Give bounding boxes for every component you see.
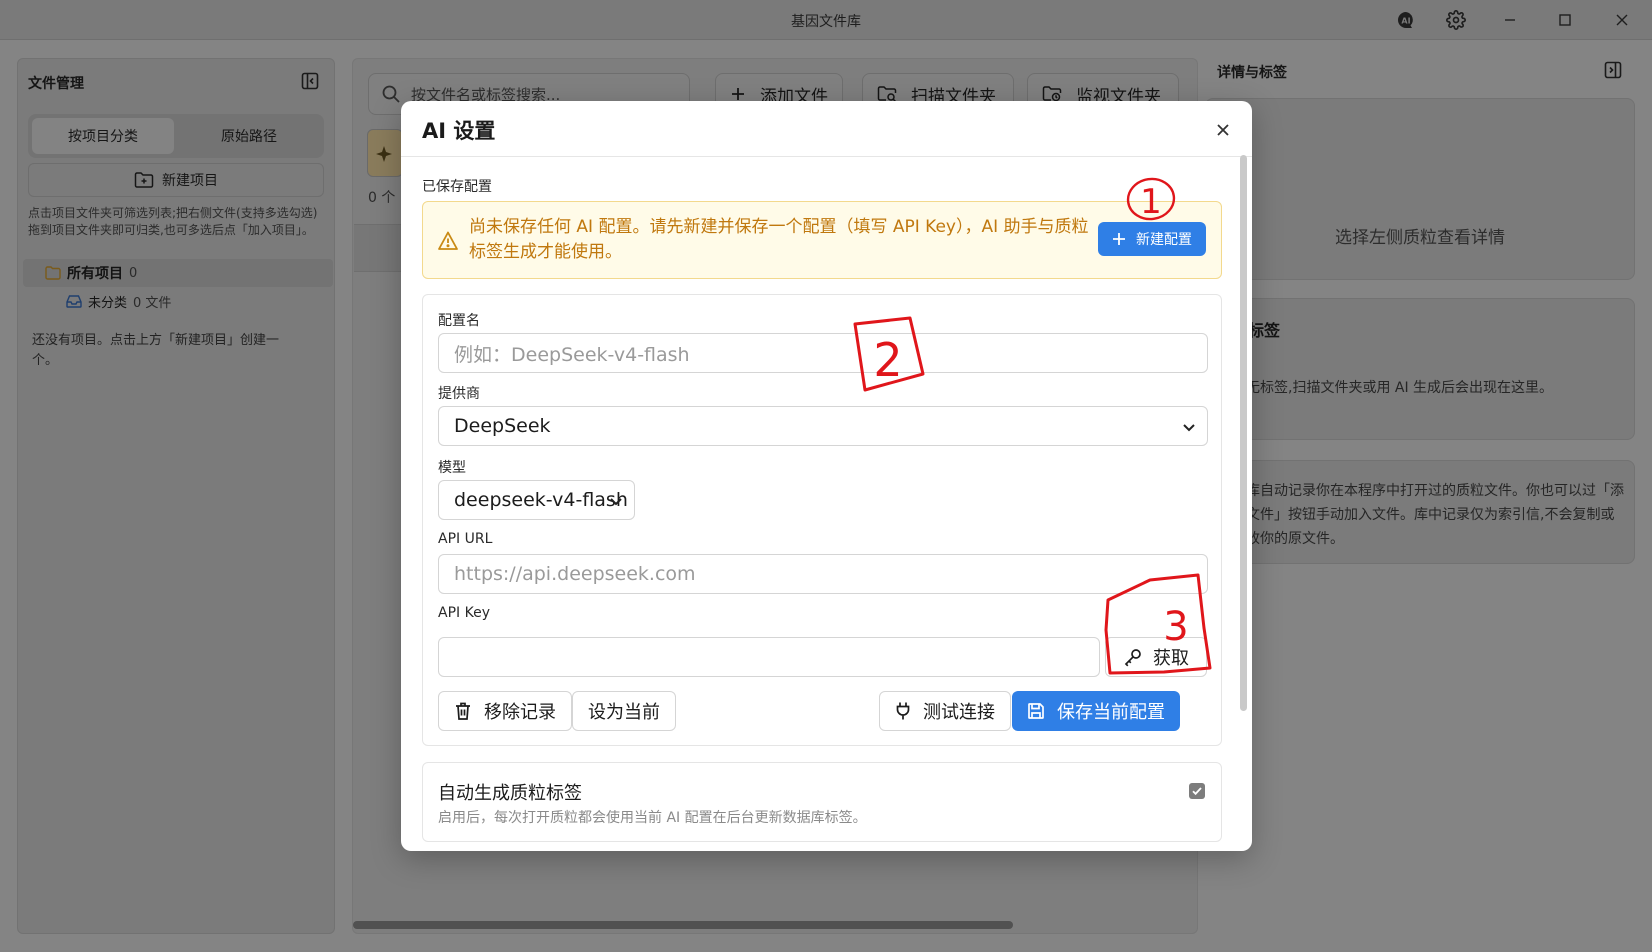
warning-text: 尚未保存任何 AI 配置。请先新建并保存一个配置（填写 API Key），AI … [469,217,1089,262]
api-url-placeholder: https://api.deepseek.com [454,563,696,585]
no-projects-text: 还没有项目。点击上方「新建项目」创建一个。 [32,333,280,368]
api-url-input[interactable]: https://api.deepseek.com [438,554,1208,594]
all-projects-count: 0 [129,265,138,281]
collapse-left-panel-icon[interactable] [300,71,320,91]
get-api-key-label: 获取 [1153,648,1189,669]
save-config-label: 保存当前配置 [1057,702,1165,723]
file-management-panel: 文件管理 按项目分类 原始路径 新建项目 点击项目文件夹可筛选列表;把右侧文件(… [17,58,335,934]
model-select[interactable]: deepseek-v4-flash [438,480,635,520]
tree-item-uncategorized[interactable]: 未分类 0 文件 [66,290,171,312]
uncategorized-count: 0 文件 [133,295,172,311]
no-config-warning: 尚未保存任何 AI 配置。请先新建并保存一个配置（填写 API Key），AI … [422,201,1222,279]
tab-by-project[interactable]: 按项目分类 [32,118,174,154]
config-name-placeholder: 例如：DeepSeek-v4-flash [454,343,690,366]
config-name-input[interactable]: 例如：DeepSeek-v4-flash [438,333,1208,373]
minimize-icon[interactable] [1500,10,1520,30]
uncategorized-label: 未分类 [88,295,128,311]
test-connection-label: 测试连接 [923,702,995,723]
title-bar: 基因文件库 AI [0,0,1652,40]
remove-record-button[interactable]: 移除记录 [438,691,572,731]
horizontal-scrollbar[interactable] [353,921,1013,929]
close-window-icon[interactable] [1612,10,1632,30]
get-api-key-button[interactable]: 获取 [1105,637,1207,677]
tree-item-all-projects[interactable]: 所有项目 0 [23,259,333,287]
ai-settings-dialog: AI 设置 已保存配置 尚未保存任何 AI 配置。请先新建并保存一个配置（填写 … [401,101,1252,851]
provider-value: DeepSeek [454,415,551,437]
auto-tag-title: 自动生成质粒标签 [438,783,582,804]
model-value: deepseek-v4-flash [454,489,628,511]
config-form: 配置名 例如：DeepSeek-v4-flash 提供商 DeepSeek 模型… [422,294,1222,746]
collapse-right-panel-icon[interactable] [1603,60,1623,80]
auto-tag-checkbox[interactable] [1189,783,1205,799]
close-icon[interactable] [1212,119,1234,141]
api-key-label: API Key [438,605,490,621]
new-project-label: 新建项目 [162,173,218,189]
tags-empty-text: 暂无标签,扫描文件夹或用 AI 生成后会出现在这里。 [1232,380,1554,396]
dialog-header: AI 设置 [401,101,1252,157]
chevron-down-icon [608,493,624,509]
file-count: 0 个 [368,190,396,206]
maximize-icon[interactable] [1555,10,1575,30]
project-hint-text: 点击项目文件夹可筛选列表;把右侧文件(支持多选勾选)拖到项目文件夹即可归类,也可… [28,206,318,237]
detail-card: 选择左侧质粒查看详情 [1205,98,1635,280]
save-config-button[interactable]: 保存当前配置 [1012,691,1180,731]
api-url-label: API URL [438,531,493,547]
detail-empty-text: 选择左侧质粒查看详情 [1335,228,1505,248]
plug-icon [895,701,911,721]
api-key-input[interactable] [438,637,1100,677]
folder-plus-icon [134,171,154,189]
tab-original-path[interactable]: 原始路径 [178,118,320,154]
remove-record-label: 移除记录 [484,702,556,723]
provider-select[interactable]: DeepSeek [438,406,1208,446]
plus-icon [1112,232,1126,246]
folder-icon [45,266,61,280]
inbox-icon [66,294,82,308]
plus-icon [730,86,746,102]
library-note-card: 文库自动记录你在本程序中打开过的质粒文件。你也可以过「添加文件」按钮手动加入文件… [1205,460,1635,564]
new-project-button[interactable]: 新建项目 [28,163,324,197]
provider-label: 提供商 [438,386,480,402]
all-tags-card: 有标签 暂无标签,扫描文件夹或用 AI 生成后会出现在这里。 [1205,298,1635,440]
ai-icon-text: AI [1401,17,1410,26]
model-label: 模型 [438,460,466,476]
dialog-title: AI 设置 [422,119,496,143]
warning-icon [437,230,459,252]
all-projects-label: 所有项目 [67,266,123,282]
details-tags-panel: 详情与标签 选择左侧质粒查看详情 有标签 暂无标签,扫描文件夹或用 AI 生成后… [1205,58,1635,934]
save-icon [1027,702,1045,720]
settings-gear-icon[interactable] [1446,10,1466,30]
config-name-label: 配置名 [438,313,480,329]
new-config-label: 新建配置 [1136,232,1192,248]
set-current-label: 设为当前 [588,702,660,723]
dialog-scrollbar[interactable] [1240,155,1247,711]
set-current-button[interactable]: 设为当前 [572,691,676,731]
auto-tag-description: 启用后，每次打开质粒都会使用当前 AI 配置在后台更新数据库标签。 [438,810,867,826]
auto-tag-section: 自动生成质粒标签 启用后，每次打开质粒都会使用当前 AI 配置在后台更新数据库标… [422,762,1222,842]
new-config-button[interactable]: 新建配置 [1098,222,1206,256]
details-tags-title: 详情与标签 [1217,65,1287,81]
file-management-title: 文件管理 [28,76,84,92]
trash-icon [454,701,472,721]
search-icon [381,84,401,104]
key-icon [1123,647,1143,667]
library-note-text: 文库自动记录你在本程序中打开过的质粒文件。你也可以过「添加文件」按钮手动加入文件… [1232,483,1624,547]
saved-configs-label: 已保存配置 [422,179,492,195]
view-mode-segmented: 按项目分类 原始路径 [28,114,324,158]
test-connection-button[interactable]: 测试连接 [879,691,1011,731]
ai-assistant-icon[interactable]: AI [1396,10,1416,30]
ai-tag-sparkle-button[interactable] [367,129,403,177]
chevron-down-icon [1181,419,1197,435]
